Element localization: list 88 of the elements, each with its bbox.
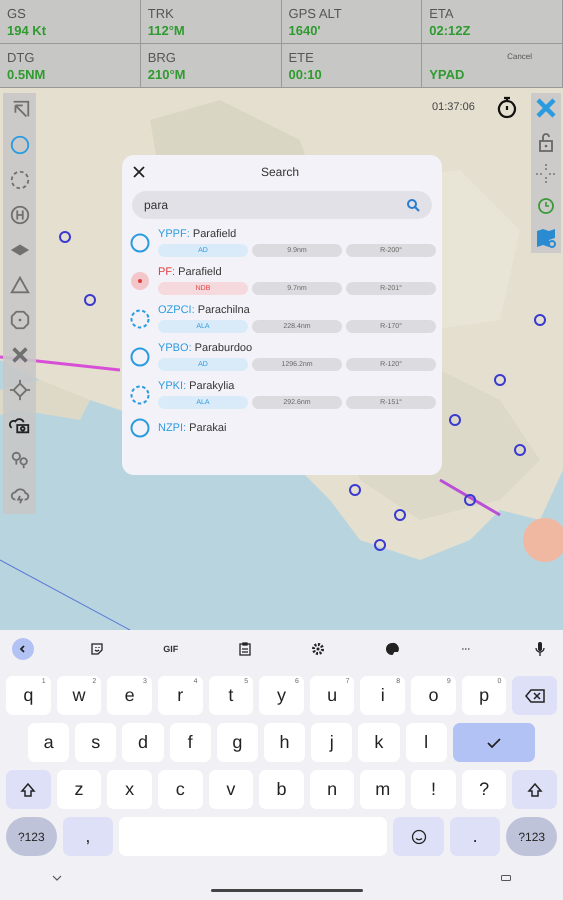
info-label: TRK [148, 6, 174, 21]
emoji-icon [410, 828, 427, 844]
key[interactable]: , [62, 817, 114, 856]
symbols-key[interactable]: ?123 [6, 817, 57, 856]
info-value: 1640' [288, 23, 321, 38]
key[interactable]: s [75, 723, 116, 762]
result-title: OZPCI: Parachilna [158, 304, 251, 316]
info-label: GS [7, 6, 26, 21]
circle-icon [130, 232, 150, 252]
palette-icon [385, 642, 400, 656]
crosshair-icon [8, 379, 30, 401]
cancel-label[interactable]: Cancel [507, 52, 532, 61]
check-icon [486, 738, 501, 748]
clock-icon[interactable] [535, 195, 557, 217]
result-title: YPBO: Paraburdoo [158, 342, 254, 354]
stopwatch-icon[interactable] [496, 96, 518, 120]
enter-key[interactable] [452, 723, 536, 762]
result-title: YPPF: Parafield [158, 228, 238, 240]
key[interactable]: j [311, 723, 352, 762]
dashed-circle-icon [130, 384, 150, 404]
back-button[interactable] [12, 638, 34, 660]
circle-icon [130, 418, 150, 438]
shift-key[interactable] [6, 770, 51, 809]
sticker-icon [90, 642, 104, 656]
key[interactable]: b [259, 770, 304, 809]
triangle-icon [8, 274, 30, 296]
result-row[interactable]: NZPI: Parakai [122, 415, 442, 444]
timer-text: 01:37:06 [432, 101, 475, 113]
settings-icon [311, 642, 326, 656]
key[interactable]: x [107, 770, 152, 809]
search-icon[interactable] [406, 198, 420, 212]
info-label: ETE [288, 50, 314, 65]
key[interactable]: c [158, 770, 203, 809]
info-value: 0.5NM [7, 67, 46, 82]
emoji-key[interactable] [393, 817, 444, 856]
key[interactable]: g [216, 723, 258, 762]
crosshair-icon[interactable] [535, 163, 557, 185]
info-label: BRG [148, 50, 176, 65]
result-title: YPKI: Parakylia [158, 380, 236, 392]
shift-key[interactable] [512, 770, 558, 809]
close-icon[interactable] [132, 165, 146, 179]
shift-icon [526, 782, 543, 798]
helipad-icon [8, 204, 30, 226]
info-value: 02:12Z [429, 23, 470, 38]
info-value: 00:10 [288, 67, 322, 82]
key[interactable]: n [310, 770, 354, 809]
circle-icon [8, 134, 30, 156]
key[interactable]: . [450, 817, 500, 856]
result-title: PF: Parafield [158, 266, 223, 278]
gif-button[interactable]: GIF [160, 638, 182, 660]
info-value: 210°M [148, 67, 186, 82]
info-value: 194 Kt [7, 23, 46, 38]
key[interactable]: v [208, 770, 254, 809]
dashed-circle-icon [8, 169, 30, 191]
backspace-key[interactable] [512, 676, 558, 715]
clipboard-icon [238, 642, 251, 656]
key[interactable]: h [264, 723, 306, 762]
more-button[interactable]: ··· [455, 638, 478, 660]
shift-icon [20, 782, 36, 798]
key[interactable]: k [358, 723, 400, 762]
home-handle[interactable] [211, 889, 363, 892]
symbols-key[interactable]: ?123 [506, 817, 557, 856]
circle-icon [130, 346, 150, 366]
search-field[interactable]: para [132, 191, 432, 219]
key[interactable]: l [406, 723, 447, 762]
beacon-icon [130, 270, 150, 290]
microphone-icon [534, 641, 546, 657]
info-value: YPAD [429, 67, 464, 82]
info-label: DTG [7, 50, 34, 65]
map-settings-icon[interactable] [535, 227, 557, 249]
key[interactable]: ? [462, 770, 506, 809]
dashed-circle-icon [130, 308, 150, 328]
info-value: 112°M [148, 23, 185, 38]
keyboard-icon[interactable] [501, 875, 511, 881]
backspace-icon [524, 688, 545, 702]
octagon-icon [8, 309, 30, 331]
key[interactable]: m [360, 770, 406, 809]
padlock-icon[interactable] [536, 131, 556, 153]
key[interactable]: z [56, 770, 102, 809]
key[interactable]: ! [411, 770, 456, 809]
info-label: GPS ALT [288, 6, 342, 21]
chevron-down-icon[interactable] [52, 875, 62, 881]
key[interactable]: f [170, 723, 211, 762]
key[interactable]: a [28, 723, 70, 762]
key[interactable]: d [122, 723, 164, 762]
result-title: NZPI: Parakai [158, 422, 228, 434]
dialog-title: Search [260, 165, 300, 179]
info-label: ETA [429, 6, 454, 21]
